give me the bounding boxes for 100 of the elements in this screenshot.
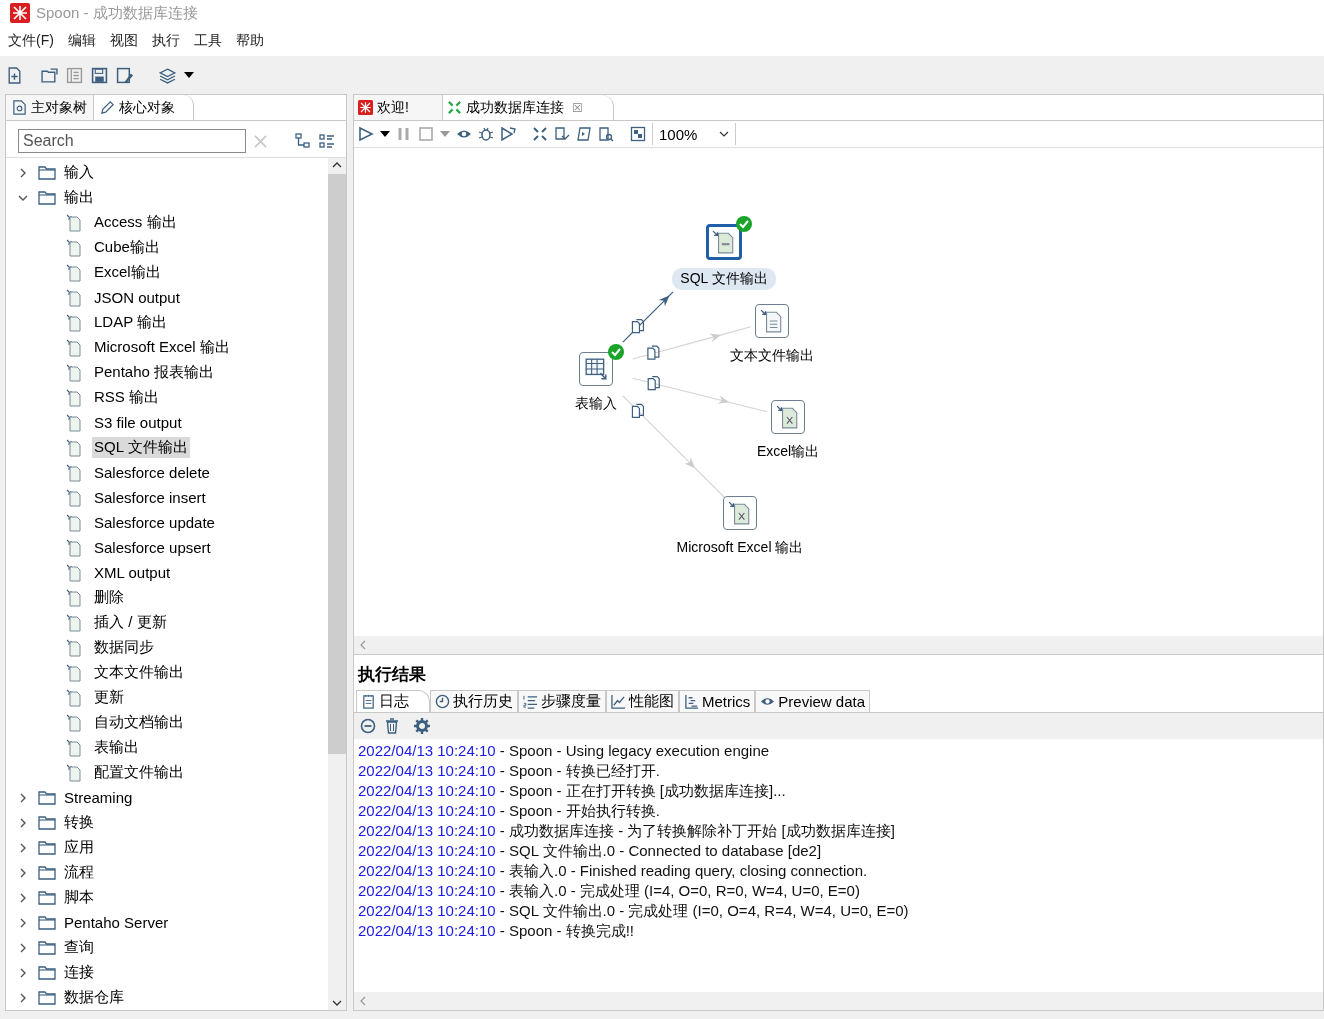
folder-icon: [38, 815, 56, 830]
folder-icon: [38, 165, 56, 180]
step-icon: [66, 288, 82, 307]
tree-item[interactable]: 文本文件输出: [92, 662, 186, 683]
expand-chevron-icon[interactable]: [18, 792, 28, 803]
tree-item[interactable]: S3 file output: [92, 413, 184, 432]
results-tab[interactable]: Metrics: [679, 690, 756, 712]
step-icon: [66, 713, 82, 732]
tree-category[interactable]: Streaming: [64, 789, 133, 806]
run-icon[interactable]: [358, 126, 374, 142]
expand-chevron-icon[interactable]: [18, 942, 28, 953]
close-tab-button[interactable]: ☒: [572, 100, 583, 115]
step-node[interactable]: [771, 400, 805, 434]
tree-item[interactable]: Cube输出: [92, 237, 162, 258]
tree-item[interactable]: LDAP 输出: [92, 312, 170, 333]
vertical-scrollbar[interactable]: [328, 158, 346, 1010]
debug-bug-icon[interactable]: [478, 126, 494, 142]
save-as-icon[interactable]: [116, 66, 133, 84]
tree-item[interactable]: 数据同步: [92, 637, 156, 658]
minus-circle-icon[interactable]: [360, 718, 376, 734]
expand-chevron-icon[interactable]: [18, 992, 28, 1003]
step-node[interactable]: [706, 224, 742, 260]
results-tab[interactable]: 日志: [356, 690, 430, 712]
layers-icon[interactable]: [159, 66, 176, 84]
editor-tab[interactable]: 欢迎!: [354, 95, 443, 120]
step-icon: [66, 313, 82, 332]
new-file-icon[interactable]: [6, 66, 23, 84]
script-icon[interactable]: [576, 126, 592, 142]
results-tab[interactable]: 步骤度量: [518, 690, 606, 712]
tree-category[interactable]: 转换: [64, 813, 94, 832]
tree-item[interactable]: Excel输出: [92, 262, 163, 283]
tree-item[interactable]: JSON output: [92, 288, 182, 307]
horizontal-scrollbar[interactable]: [354, 992, 1323, 1010]
tree-category[interactable]: 数据仓库: [64, 988, 124, 1007]
step-label: Microsoft Excel 输出: [675, 538, 805, 557]
tree-category[interactable]: Pentaho Server: [64, 914, 169, 931]
tree-category[interactable]: 流程: [64, 863, 94, 882]
menu-item[interactable]: 文件(F): [8, 32, 54, 50]
save-icon[interactable]: [91, 66, 108, 84]
tree-item[interactable]: Salesforce delete: [92, 463, 212, 482]
zoom-dropdown[interactable]: 100%: [652, 123, 736, 145]
tree-item[interactable]: Salesforce upsert: [92, 538, 213, 557]
tree-category[interactable]: 脚本: [64, 888, 94, 907]
menu-item[interactable]: 执行: [151, 32, 180, 50]
tree-item[interactable]: Pentaho 报表输出: [92, 362, 217, 383]
tree-item[interactable]: Salesforce insert: [92, 488, 208, 507]
dropdown-caret-icon[interactable]: [184, 72, 194, 78]
open-folder-icon[interactable]: [41, 66, 58, 84]
tree-item[interactable]: RSS 输出: [92, 387, 161, 408]
scroll-down-icon[interactable]: [332, 1000, 342, 1006]
menu-item[interactable]: 编辑: [67, 32, 96, 50]
results-tab[interactable]: 执行历史: [430, 690, 518, 712]
menu-item[interactable]: 视图: [109, 32, 138, 50]
expand-chevron-icon[interactable]: [18, 867, 28, 878]
list-icon[interactable]: [319, 133, 335, 149]
search-field[interactable]: Search: [18, 129, 246, 153]
dropdown-caret-icon[interactable]: [380, 131, 390, 137]
menu-item[interactable]: 帮助: [235, 32, 264, 50]
horizontal-scrollbar[interactable]: [354, 636, 1323, 654]
tree-category[interactable]: 查询: [64, 938, 94, 957]
hop-arrow[interactable]: [622, 291, 674, 343]
tree-item[interactable]: 更新: [92, 687, 126, 708]
expand-chevron-icon[interactable]: [18, 842, 28, 853]
expand-chevron-icon[interactable]: [18, 892, 28, 903]
tree-item[interactable]: Access 输出: [92, 212, 179, 233]
grid-snap-icon[interactable]: [630, 126, 646, 142]
menu-item[interactable]: 工具: [193, 32, 222, 50]
impact-icon[interactable]: [554, 126, 570, 142]
settings-icon[interactable]: [414, 718, 430, 734]
tree-item[interactable]: 插入 / 更新: [92, 612, 169, 633]
tree-item[interactable]: SQL 文件输出: [92, 437, 190, 458]
hierarchy-icon[interactable]: [295, 133, 311, 149]
trash-icon[interactable]: [384, 718, 400, 734]
tree-category[interactable]: 连接: [64, 963, 94, 982]
replay-icon[interactable]: [500, 126, 516, 142]
tree-item[interactable]: Salesforce update: [92, 513, 217, 532]
tree-category[interactable]: 输出: [64, 188, 94, 207]
step-node[interactable]: [755, 304, 789, 338]
expand-chevron-icon[interactable]: [18, 917, 28, 928]
tree-item[interactable]: 表输出: [92, 737, 141, 758]
panel-tab[interactable]: 主对象树: [6, 95, 94, 120]
verify-icon[interactable]: [532, 126, 548, 142]
results-tab[interactable]: 性能图: [606, 690, 679, 712]
tree-category[interactable]: 应用: [64, 838, 94, 857]
tree-item[interactable]: 配置文件输出: [92, 762, 186, 783]
tree-item[interactable]: 删除: [92, 587, 126, 608]
results-tab[interactable]: Preview data: [755, 690, 871, 712]
database-search-icon[interactable]: [598, 126, 614, 142]
expand-chevron-icon[interactable]: [18, 167, 28, 178]
expand-chevron-icon[interactable]: [18, 967, 28, 978]
tree-item[interactable]: 自动文档输出: [92, 712, 186, 733]
tree-item[interactable]: XML output: [92, 563, 173, 582]
expand-chevron-icon[interactable]: [18, 817, 28, 828]
step-node[interactable]: [723, 496, 757, 530]
tree-item[interactable]: Microsoft Excel 输出: [92, 337, 232, 358]
tree-category[interactable]: 输入: [64, 163, 94, 182]
step-icon: [66, 238, 82, 257]
step-icon: [66, 538, 82, 557]
step-node[interactable]: [579, 352, 613, 386]
scroll-up-icon[interactable]: [332, 162, 342, 168]
